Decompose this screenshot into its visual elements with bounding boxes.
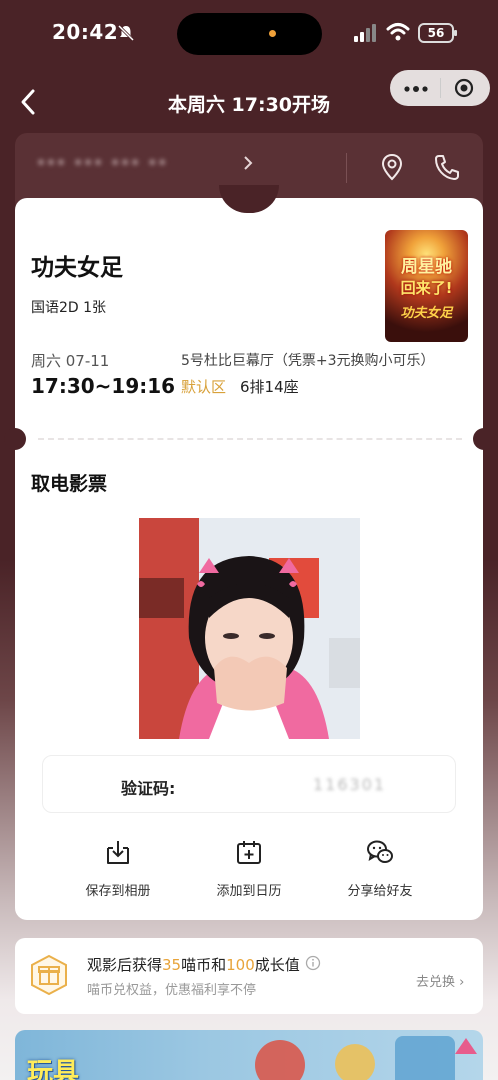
bell-muted-icon xyxy=(117,24,135,42)
reward-title: 观影后获得35喵币和100成长值 xyxy=(87,954,300,975)
poster-text: 回来了! xyxy=(400,279,453,297)
banner-decoration xyxy=(255,1040,305,1080)
show-date: 周六 07-11 xyxy=(31,352,110,370)
location-pin-icon[interactable] xyxy=(380,153,404,181)
dynamic-island xyxy=(177,13,322,55)
reward-coins: 35 xyxy=(162,956,182,974)
download-icon xyxy=(107,841,129,864)
ticket-notch xyxy=(473,428,495,450)
wechat-icon xyxy=(367,840,393,863)
hall-name: 5号杜比巨幕厅（凭票+3元换购小可乐） xyxy=(181,353,435,369)
poster-text: 功夫女足 xyxy=(400,306,453,321)
info-icon[interactable] xyxy=(305,955,321,971)
action-label: 添加到日历 xyxy=(216,884,282,899)
cinema-name[interactable]: *** *** *** ** xyxy=(37,155,168,174)
seat-area: 默认区 xyxy=(181,378,227,396)
divider xyxy=(346,153,347,183)
nav-bar: 本周六 17:30开场 xyxy=(0,70,498,130)
show-time: 17:30~19:16 xyxy=(31,374,176,398)
reward-card[interactable]: 观影后获得35喵币和100成长值 喵币兑权益，优惠福利享不停 去兑换 › xyxy=(15,938,483,1014)
banner-decoration xyxy=(335,1044,375,1080)
movie-title: 功夫女足 xyxy=(31,255,123,281)
banner-text: 玩具 xyxy=(27,1058,80,1080)
calendar-add-icon xyxy=(237,841,261,864)
chevron-right-icon xyxy=(244,156,253,170)
movie-poster[interactable]: 周星驰 回来了! 功夫女足 xyxy=(385,230,468,342)
verification-code-value: 116301 xyxy=(313,775,387,794)
reward-text: 成长值 xyxy=(254,956,300,974)
chevron-right-icon: › xyxy=(459,975,465,990)
save-to-album-button[interactable]: 保存到相册 xyxy=(58,838,178,902)
reward-subtitle: 喵币兑权益，优惠福利享不停 xyxy=(87,983,257,998)
banner-badge xyxy=(455,1038,477,1054)
action-label: 保存到相册 xyxy=(85,884,151,899)
gift-icon xyxy=(31,954,67,996)
miniapp-capsule xyxy=(390,70,490,106)
status-time: 20:42 xyxy=(52,20,119,44)
exchange-label: 去兑换 xyxy=(416,975,456,990)
wifi-icon xyxy=(386,23,410,41)
battery-icon: 56 xyxy=(418,23,457,43)
exchange-link[interactable]: 去兑换 › xyxy=(416,971,464,990)
action-label: 分享给好友 xyxy=(347,884,413,899)
island-indicator xyxy=(269,30,276,37)
reward-growth: 100 xyxy=(226,956,255,974)
poster-text: 周星驰 xyxy=(401,257,452,277)
close-miniapp-icon[interactable] xyxy=(454,78,474,98)
reward-text: 喵币和 xyxy=(181,956,227,974)
share-to-friend-button[interactable]: 分享给好友 xyxy=(320,838,440,902)
banner-decoration xyxy=(395,1036,455,1080)
more-icon[interactable] xyxy=(404,86,428,92)
verification-code-box: 验证码: 116301 xyxy=(42,755,456,813)
ticket-code-image xyxy=(139,518,360,739)
ticket-notch xyxy=(4,428,26,450)
verification-code-label: 验证码: xyxy=(121,779,176,798)
reward-text: 观影后获得 xyxy=(87,956,163,974)
cellular-signal-icon xyxy=(354,24,376,42)
capsule-divider xyxy=(440,78,441,98)
promo-banner[interactable]: 玩具 xyxy=(15,1030,483,1080)
add-to-calendar-button[interactable]: 添加到日历 xyxy=(189,838,309,902)
pickup-title: 取电影票 xyxy=(31,473,108,495)
phone-icon[interactable] xyxy=(433,153,459,181)
seat-number: 6排14座 xyxy=(240,378,299,396)
movie-meta: 国语2D 1张 xyxy=(31,300,107,316)
ticket-divider xyxy=(38,438,462,440)
status-bar: 20:42 56 xyxy=(0,0,498,66)
